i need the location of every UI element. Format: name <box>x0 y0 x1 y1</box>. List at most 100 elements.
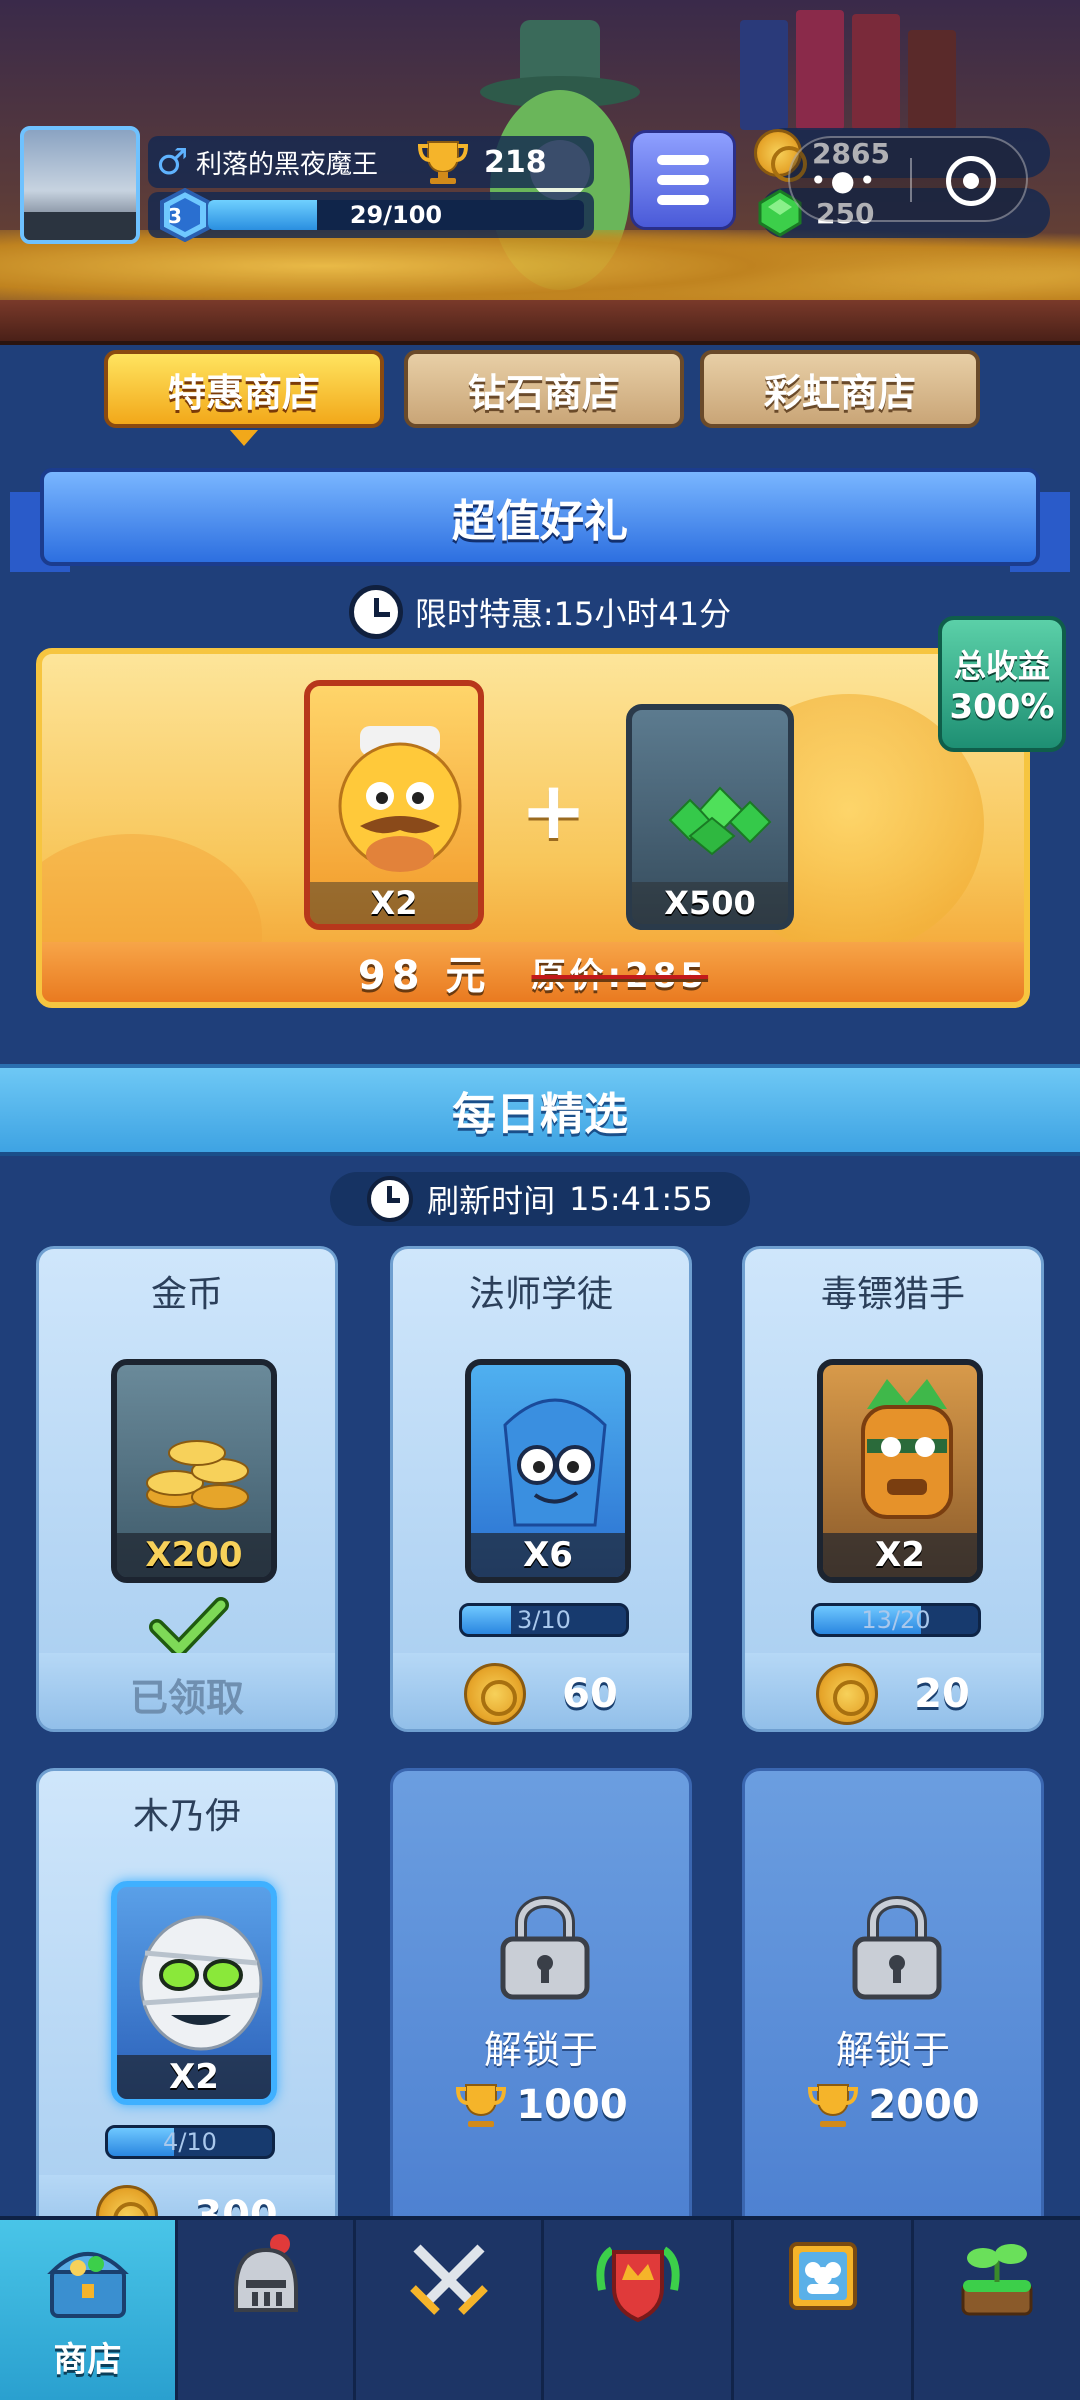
offer-timer-text: 限时特惠:15小时41分 <box>414 595 732 633</box>
special-offer-card[interactable]: X2 + X500 98 元 原价:285 <box>36 648 1030 1008</box>
item-qty: X2 <box>117 2055 271 2099</box>
nav-social[interactable] <box>734 2220 914 2400</box>
hero-reward-qty: X2 <box>310 882 478 924</box>
item-name: 毒镖猎手 <box>820 1274 965 1315</box>
offer-timer: 限时特惠:15小时41分 <box>0 582 1080 642</box>
lock-icon <box>852 1896 942 2000</box>
return-badge-value: 300% <box>949 687 1055 727</box>
unlock-requirement: 2000 <box>868 2082 980 2128</box>
item-name: 法师学徒 <box>468 1274 613 1315</box>
nav-shop-label: 商店 <box>53 2340 122 2380</box>
item-card: X6 <box>465 1359 631 1583</box>
xp-text: 29/100 <box>349 201 443 229</box>
buy-button[interactable]: 20 <box>745 1653 1041 1729</box>
xp-bar: 29/100 <box>208 200 584 230</box>
gold-coin-stack-icon <box>146 1440 249 1510</box>
card-progress-bar: 4/10 <box>105 2125 275 2159</box>
more-options-icon[interactable]: •●• <box>810 164 879 197</box>
item-name: 木乃伊 <box>132 1796 241 1837</box>
item-card: X2 <box>111 1881 277 2105</box>
nav-heroes[interactable] <box>178 2220 356 2400</box>
offer-price-button[interactable]: 98 元 原价:285 <box>42 942 1024 1002</box>
tab-diamond-shop[interactable]: 钻石商店 <box>404 350 684 428</box>
bottom-navigation: 商店 <box>0 2216 1080 2400</box>
daily-picks-title: 每日精选 <box>452 1089 628 1140</box>
claimed-label: 已领取 <box>129 1675 244 1720</box>
refresh-time: 15:41:55 <box>569 1180 713 1218</box>
card-progress-bar: 3/10 <box>459 1603 629 1637</box>
item-card: X200 <box>111 1359 277 1583</box>
trophy-count: 218 <box>484 144 547 180</box>
treasure-chest-icon <box>46 2252 129 2318</box>
mummy-portrait <box>139 1915 263 2051</box>
daily-item-locked-2: 解锁于 2000 <box>742 1768 1044 2254</box>
gem-reward-card: X500 <box>626 704 794 930</box>
mini-program-capsule: •●• <box>788 136 1028 222</box>
tab-rainbow-shop[interactable]: 彩虹商店 <box>700 350 980 428</box>
daily-item-gold[interactable]: 金币 X200 已领取 <box>36 1246 338 1732</box>
offer-original-price: 原价:285 <box>531 955 709 996</box>
shop-tabs: 特惠商店 钻石商店 彩虹商店 <box>80 346 1000 436</box>
item-qty: X6 <box>471 1533 625 1577</box>
crown-shield-icon <box>595 2246 680 2323</box>
hero-reward-card: X2 <box>304 680 484 930</box>
total-return-badge: 总收益 300% <box>938 616 1066 752</box>
gem-reward-qty: X500 <box>632 882 788 924</box>
player-avatar[interactable] <box>20 126 140 244</box>
card-progress-text: 13/20 <box>861 1606 931 1634</box>
offer-banner-title: 超值好礼 <box>452 496 628 547</box>
item-qty: X2 <box>823 1533 977 1577</box>
mage-apprentice-portrait <box>503 1398 607 1527</box>
unlock-label: 解锁于 <box>483 2028 598 2072</box>
daily-item-mummy[interactable]: 木乃伊 X2 4/10 300 <box>36 1768 338 2254</box>
offer-ribbon: 超值好礼 <box>10 468 1070 582</box>
green-gem-pile-icon <box>668 786 772 856</box>
offer-price: 98 元 <box>357 953 492 999</box>
buy-button[interactable]: 60 <box>393 1653 689 1729</box>
nav-shop[interactable]: 商店 <box>0 2220 178 2400</box>
daily-item-locked-1: 解锁于 1000 <box>390 1768 692 2254</box>
unlock-requirement: 1000 <box>516 2082 628 2128</box>
item-card: X2 <box>817 1359 983 1583</box>
item-price: 20 <box>914 1671 970 1717</box>
male-icon: ♂ <box>156 141 189 183</box>
check-icon <box>149 1597 229 1657</box>
card-progress-text: 3/10 <box>517 1606 571 1634</box>
item-price: 60 <box>562 1671 618 1717</box>
daily-item-dart-hunter[interactable]: 毒镖猎手 X2 13/20 20 <box>742 1246 1044 1732</box>
close-target-icon[interactable] <box>946 156 996 206</box>
daily-picks-header: 每日精选 <box>0 1064 1080 1156</box>
card-progress-bar: 13/20 <box>811 1603 981 1637</box>
trophy-icon <box>808 2084 859 2127</box>
tab-special-shop[interactable]: 特惠商店 <box>104 350 384 428</box>
active-tab-pointer <box>230 430 258 446</box>
player-level: 3 <box>168 204 182 228</box>
lock-icon <box>500 1896 590 2000</box>
refresh-timer: 刷新时间 15:41:55 <box>330 1172 750 1226</box>
sprout-island-icon <box>961 2244 1033 2316</box>
knight-helmet-icon <box>233 2234 298 2312</box>
refresh-label: 刷新时间 <box>427 1182 556 1220</box>
player-name: 利落的黑夜魔王 <box>196 149 379 180</box>
clock-icon <box>348 585 403 639</box>
trophy-icon <box>456 2084 507 2127</box>
item-name: 金币 <box>150 1274 223 1315</box>
nav-garden[interactable] <box>914 2220 1080 2400</box>
trophy-icon <box>417 141 469 184</box>
crossed-swords-icon <box>409 2244 488 2315</box>
nav-league[interactable] <box>544 2220 734 2400</box>
return-badge-label: 总收益 <box>953 647 1050 685</box>
chef-hero-portrait <box>338 726 462 872</box>
player-name-bar[interactable]: ♂ 利落的黑夜魔王 218 <box>148 136 594 188</box>
nav-battle[interactable] <box>356 2220 544 2400</box>
card-progress-text: 4/10 <box>163 2128 217 2156</box>
unlock-label: 解锁于 <box>835 2028 950 2072</box>
shop-counter <box>0 300 1080 345</box>
plus-icon: + <box>520 764 588 857</box>
gold-coin-icon <box>816 1663 879 1725</box>
level-progress: 3 29/100 <box>148 188 594 242</box>
team-banner-icon <box>788 2242 857 2310</box>
daily-item-mage-apprentice[interactable]: 法师学徒 X6 3/10 60 <box>390 1246 692 1732</box>
main-menu-button[interactable] <box>630 130 736 230</box>
gold-coin-icon <box>464 1663 527 1725</box>
